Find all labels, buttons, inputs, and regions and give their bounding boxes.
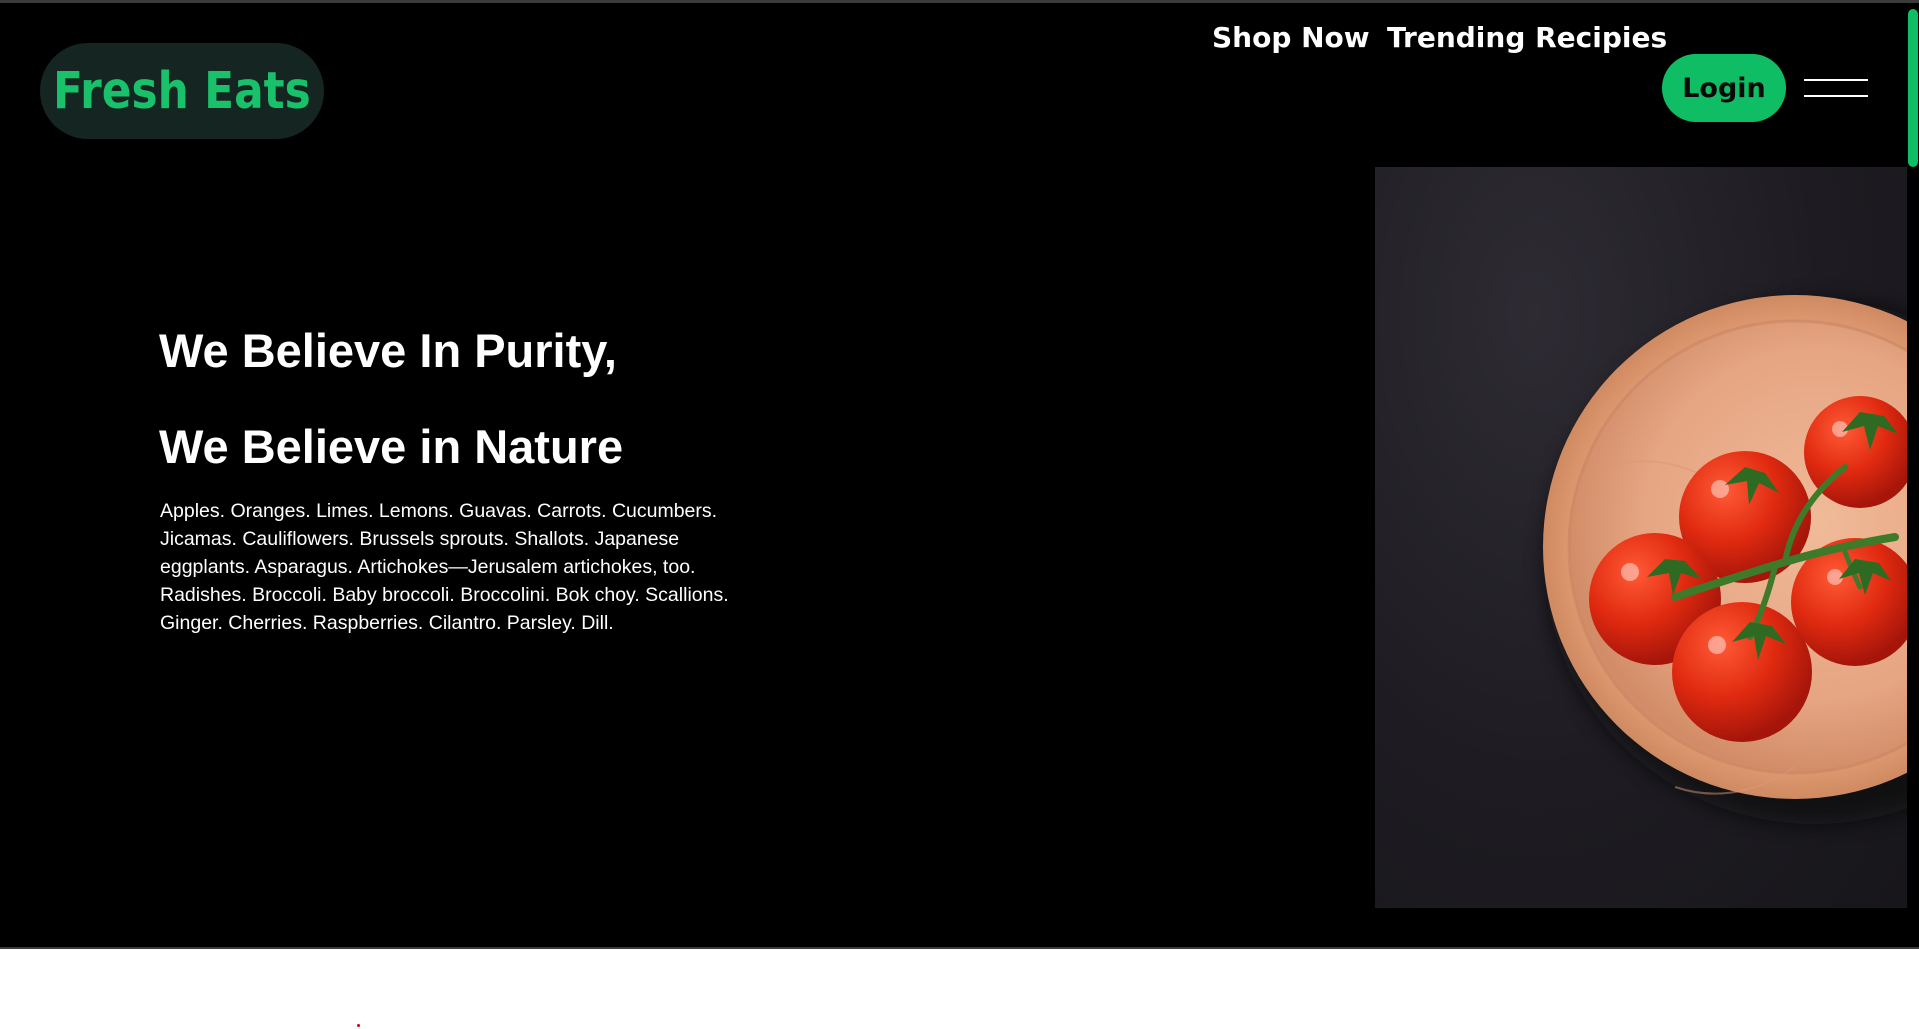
brand-logo[interactable]: Fresh Eats <box>40 43 324 139</box>
hamburger-menu-icon[interactable] <box>1804 77 1868 101</box>
login-button[interactable]: Login <box>1662 54 1786 122</box>
brand-name: Fresh Eats <box>53 61 311 121</box>
nav-link-shop-now[interactable]: Shop Now <box>1212 21 1370 54</box>
tomatoes-bowl-illustration <box>1543 295 1907 824</box>
hero-headline-nature: We Believe in Nature <box>159 420 624 473</box>
hero-image-tomatoes-bowl <box>1375 167 1907 908</box>
stray-dot <box>357 1024 360 1027</box>
hero-description: Apples. Oranges. Limes. Lemons. Guavas. … <box>160 500 729 634</box>
hero-headline-purity: We Believe In Purity, <box>159 324 617 377</box>
scrollbar-thumb[interactable] <box>1908 9 1918 167</box>
nav-link-trending-recipes[interactable]: Trending Recipies <box>1387 21 1667 54</box>
hero-section: Fresh Eats Shop Now Trending Recipies Lo… <box>0 0 1919 949</box>
